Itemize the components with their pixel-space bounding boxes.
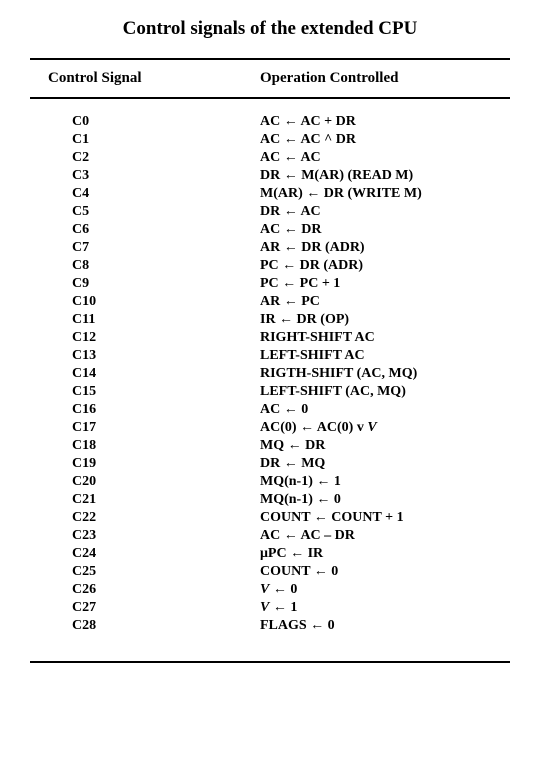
operation-cell: MQ ← DR xyxy=(260,437,510,455)
operation-cell: M(AR) ← DR (WRITE M) xyxy=(260,185,510,203)
table-row: C13LEFT-SHIFT AC xyxy=(30,347,510,365)
table-row: C1AC ← AC ^ DR xyxy=(30,131,510,149)
table-row: C0AC ← AC + DR xyxy=(30,113,510,131)
table-row: C28FLAGS ← 0 xyxy=(30,617,510,635)
table-row: C3DR ← M(AR) (READ M) xyxy=(30,167,510,185)
operation-cell: COUNT ← 0 xyxy=(260,563,510,581)
table-header: Control Signal Operation Controlled xyxy=(30,60,510,97)
signal-cell: C22 xyxy=(30,509,260,527)
signal-cell: C11 xyxy=(30,311,260,329)
operation-cell: LEFT-SHIFT (AC, MQ) xyxy=(260,383,510,401)
signal-cell: C20 xyxy=(30,473,260,491)
table-row: C7AR ← DR (ADR) xyxy=(30,239,510,257)
operation-cell: AR ← PC xyxy=(260,293,510,311)
signal-cell: C7 xyxy=(30,239,260,257)
signal-cell: C23 xyxy=(30,527,260,545)
table-row: C25COUNT ← 0 xyxy=(30,563,510,581)
table-row: C18MQ ← DR xyxy=(30,437,510,455)
operation-cell: AC ← DR xyxy=(260,221,510,239)
page: Control signals of the extended CPU Cont… xyxy=(0,0,540,683)
operation-cell: AC ← AC – DR xyxy=(260,527,510,545)
signal-cell: C17 xyxy=(30,419,260,437)
signal-cell: C0 xyxy=(30,113,260,131)
signal-cell: C6 xyxy=(30,221,260,239)
signal-cell: C8 xyxy=(30,257,260,275)
table-row: C22COUNT ← COUNT + 1 xyxy=(30,509,510,527)
signal-cell: C21 xyxy=(30,491,260,509)
table-row: C2AC ← AC xyxy=(30,149,510,167)
signal-cell: C27 xyxy=(30,599,260,617)
signal-cell: C5 xyxy=(30,203,260,221)
operation-cell: PC ← DR (ADR) xyxy=(260,257,510,275)
signal-cell: C3 xyxy=(30,167,260,185)
table-row: C14RIGTH-SHIFT (AC, MQ) xyxy=(30,365,510,383)
signal-cell: C16 xyxy=(30,401,260,419)
table-row: C17AC(0) ← AC(0) v V xyxy=(30,419,510,437)
signal-cell: C4 xyxy=(30,185,260,203)
operation-cell: RIGTH-SHIFT (AC, MQ) xyxy=(260,365,510,383)
signal-cell: C2 xyxy=(30,149,260,167)
bottom-rule xyxy=(30,661,510,663)
operation-cell: MQ(n-1) ← 1 xyxy=(260,473,510,491)
signal-cell: C14 xyxy=(30,365,260,383)
operation-cell: μPC ← IR xyxy=(260,545,510,563)
table-row: C27V ← 1 xyxy=(30,599,510,617)
table-row: C19DR ← MQ xyxy=(30,455,510,473)
signal-cell: C28 xyxy=(30,617,260,635)
operation-cell: PC ← PC + 1 xyxy=(260,275,510,293)
table-row: C8PC ← DR (ADR) xyxy=(30,257,510,275)
signal-cell: C24 xyxy=(30,545,260,563)
operation-cell: AC ← AC + DR xyxy=(260,113,510,131)
operation-cell: IR ← DR (OP) xyxy=(260,311,510,329)
table-row: C24μPC ← IR xyxy=(30,545,510,563)
table-row: C9PC ← PC + 1 xyxy=(30,275,510,293)
table-row: C26V ← 0 xyxy=(30,581,510,599)
signal-cell: C19 xyxy=(30,455,260,473)
header-right: Operation Controlled xyxy=(260,70,510,87)
table-row: C15LEFT-SHIFT (AC, MQ) xyxy=(30,383,510,401)
signal-cell: C9 xyxy=(30,275,260,293)
table-row: C12RIGHT-SHIFT AC xyxy=(30,329,510,347)
operation-cell: FLAGS ← 0 xyxy=(260,617,510,635)
signal-cell: C15 xyxy=(30,383,260,401)
table-row: C11IR ← DR (OP) xyxy=(30,311,510,329)
operation-cell: AR ← DR (ADR) xyxy=(260,239,510,257)
table-row: C16AC ← 0 xyxy=(30,401,510,419)
signal-cell: C1 xyxy=(30,131,260,149)
operation-cell: LEFT-SHIFT AC xyxy=(260,347,510,365)
signal-cell: C25 xyxy=(30,563,260,581)
table-row: C21MQ(n-1) ← 0 xyxy=(30,491,510,509)
operation-cell: AC ← AC ^ DR xyxy=(260,131,510,149)
table-row: C20MQ(n-1) ← 1 xyxy=(30,473,510,491)
table-row: C6AC ← DR xyxy=(30,221,510,239)
operation-cell: DR ← MQ xyxy=(260,455,510,473)
operation-cell: RIGHT-SHIFT AC xyxy=(260,329,510,347)
operation-cell: DR ← M(AR) (READ M) xyxy=(260,167,510,185)
table-row: C4M(AR) ← DR (WRITE M) xyxy=(30,185,510,203)
operation-cell: AC ← 0 xyxy=(260,401,510,419)
signal-cell: C18 xyxy=(30,437,260,455)
signal-cell: C26 xyxy=(30,581,260,599)
page-title: Control signals of the extended CPU xyxy=(30,18,510,40)
operation-cell: V ← 0 xyxy=(260,581,510,599)
operation-cell: V ← 1 xyxy=(260,599,510,617)
signal-cell: C10 xyxy=(30,293,260,311)
signal-cell: C12 xyxy=(30,329,260,347)
operation-cell: MQ(n-1) ← 0 xyxy=(260,491,510,509)
operation-cell: AC ← AC xyxy=(260,149,510,167)
table-row: C23AC ← AC – DR xyxy=(30,527,510,545)
operation-cell: AC(0) ← AC(0) v V xyxy=(260,419,510,437)
operation-cell: DR ← AC xyxy=(260,203,510,221)
table-body: C0AC ← AC + DRC1AC ← AC ^ DRC2AC ← ACC3D… xyxy=(30,99,510,661)
operation-cell: COUNT ← COUNT + 1 xyxy=(260,509,510,527)
signal-cell: C13 xyxy=(30,347,260,365)
header-left: Control Signal xyxy=(30,70,260,87)
table-row: C10AR ← PC xyxy=(30,293,510,311)
table-row: C5DR ← AC xyxy=(30,203,510,221)
